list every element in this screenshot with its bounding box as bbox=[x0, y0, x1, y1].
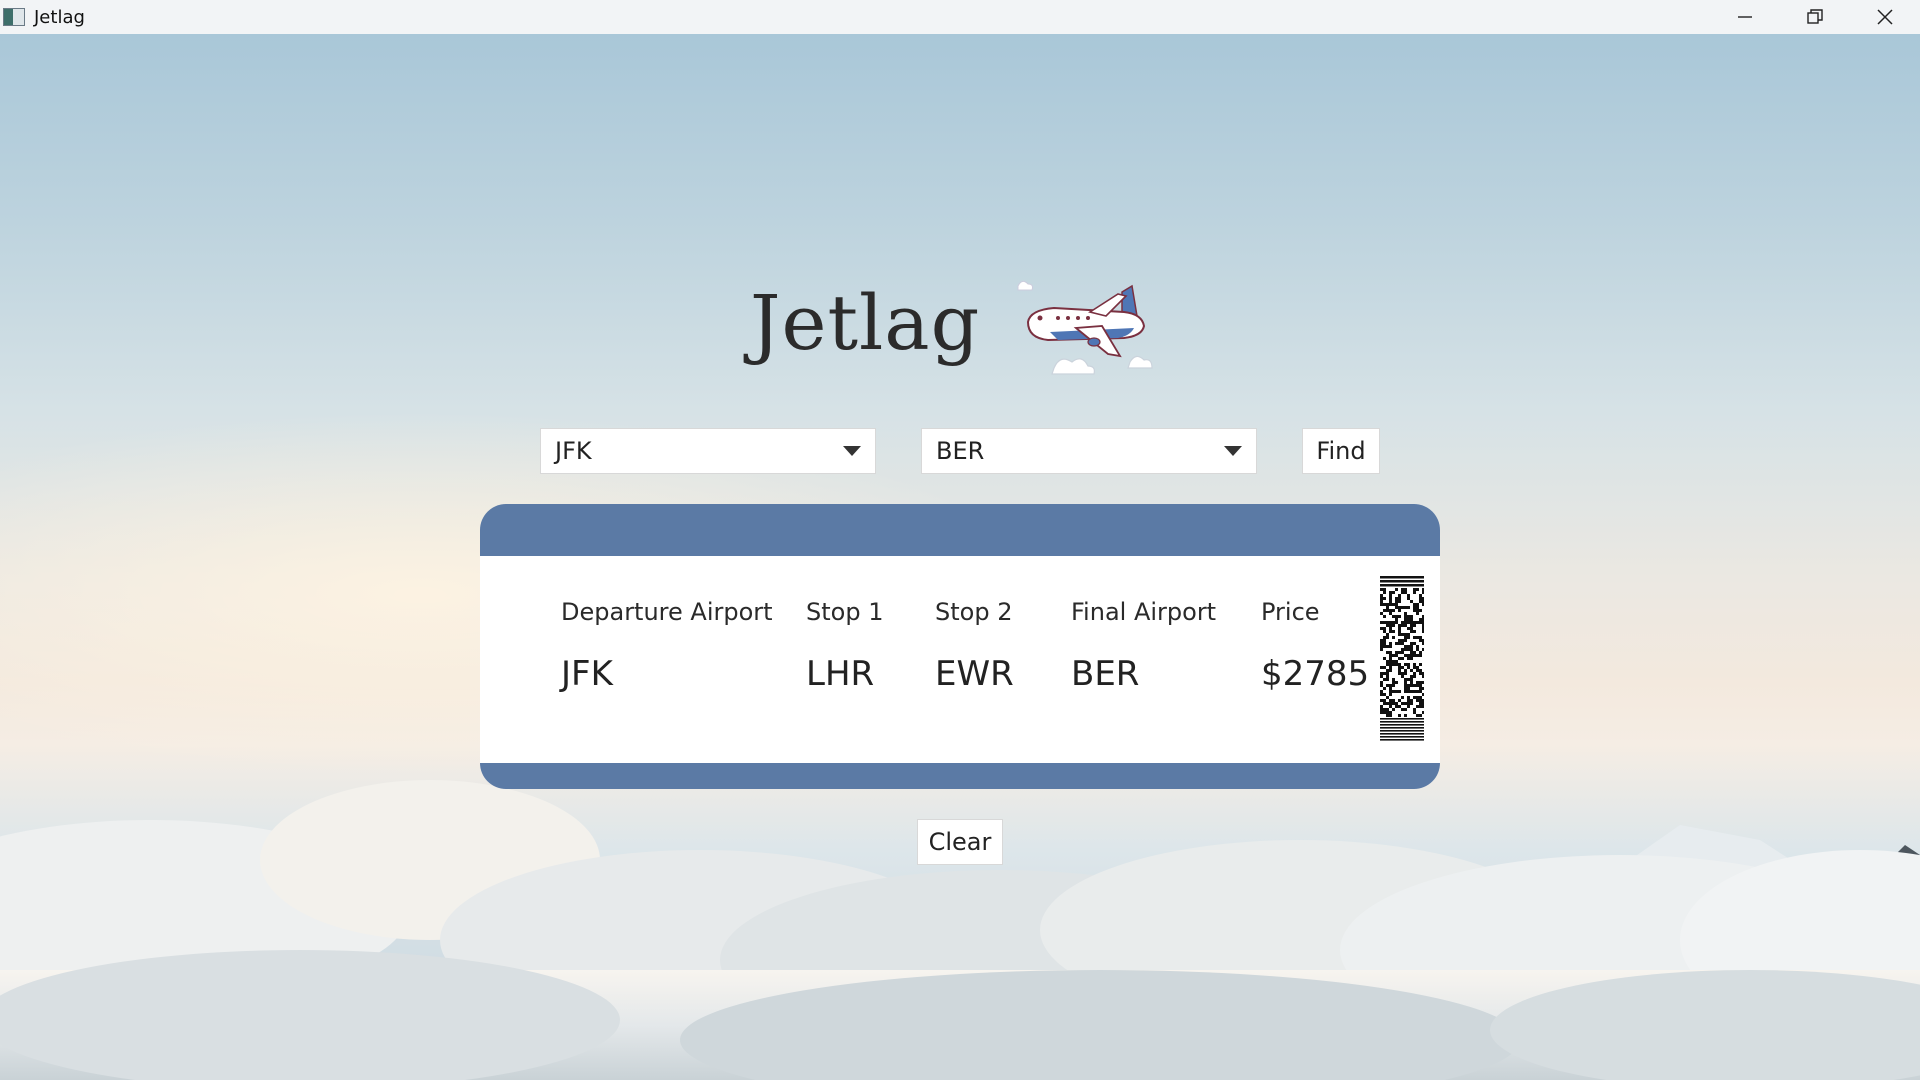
chevron-down-icon bbox=[1224, 446, 1242, 456]
price-label: Price bbox=[1261, 598, 1320, 626]
window-title: Jetlag bbox=[34, 6, 85, 28]
departure-airport-value: JFK bbox=[561, 654, 613, 694]
close-icon bbox=[1877, 9, 1893, 25]
app-title: Jetlag bbox=[750, 278, 981, 367]
window-controls bbox=[1710, 0, 1920, 34]
chevron-down-icon bbox=[843, 446, 861, 456]
destination-select[interactable]: BER bbox=[921, 428, 1257, 474]
barcode-icon bbox=[1380, 576, 1424, 741]
stop-2-label: Stop 2 bbox=[935, 598, 1013, 626]
app-window: Jetlag Jetlag JFK BER Find Departure Air… bbox=[0, 0, 1920, 1080]
app-icon bbox=[3, 8, 25, 26]
clear-button[interactable]: Clear bbox=[917, 819, 1003, 865]
find-button[interactable]: Find bbox=[1302, 428, 1380, 474]
final-airport-label: Final Airport bbox=[1071, 598, 1217, 626]
ticket-header-bar bbox=[480, 504, 1440, 556]
airplane-icon bbox=[1017, 280, 1153, 375]
ticket-footer-bar bbox=[480, 763, 1440, 789]
ticket-card: Departure Airport JFK Stop 1 LHR Stop 2 … bbox=[480, 504, 1440, 789]
final-airport-value: BER bbox=[1071, 654, 1140, 694]
stop-1-label: Stop 1 bbox=[806, 598, 884, 626]
title-bar: Jetlag bbox=[0, 0, 1920, 34]
minimize-icon bbox=[1738, 16, 1752, 18]
origin-select[interactable]: JFK bbox=[540, 428, 876, 474]
stop-2-value: EWR bbox=[935, 654, 1014, 694]
price-value: $2785 bbox=[1261, 654, 1370, 694]
origin-select-value: JFK bbox=[555, 437, 592, 465]
departure-airport-label: Departure Airport bbox=[561, 598, 773, 626]
minimize-button[interactable] bbox=[1710, 0, 1780, 34]
destination-select-value: BER bbox=[936, 437, 985, 465]
stop-1-value: LHR bbox=[806, 654, 875, 694]
restore-button[interactable] bbox=[1780, 0, 1850, 34]
restore-icon bbox=[1807, 9, 1823, 24]
close-button[interactable] bbox=[1850, 0, 1920, 34]
